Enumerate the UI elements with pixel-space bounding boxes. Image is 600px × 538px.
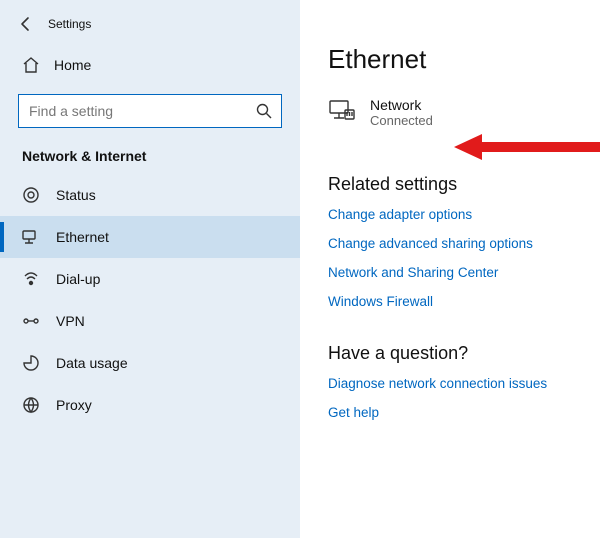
ethernet-icon: [22, 228, 40, 246]
proxy-icon: [22, 396, 40, 414]
network-monitor-icon: [328, 97, 356, 125]
nav-label: Proxy: [56, 397, 92, 413]
question-links: Diagnose network connection issues Get h…: [328, 376, 572, 420]
nav-label: VPN: [56, 313, 85, 329]
network-text: Network Connected: [370, 97, 433, 128]
nav-item-status[interactable]: Status: [0, 174, 300, 216]
link-adapter-options[interactable]: Change adapter options: [328, 207, 572, 222]
nav-label: Dial-up: [56, 271, 100, 287]
titlebar: Settings: [0, 12, 300, 46]
link-diagnose[interactable]: Diagnose network connection issues: [328, 376, 572, 391]
link-advanced-sharing[interactable]: Change advanced sharing options: [328, 236, 572, 251]
dialup-icon: [22, 270, 40, 288]
link-sharing-center[interactable]: Network and Sharing Center: [328, 265, 572, 280]
nav-item-vpn[interactable]: VPN: [0, 300, 300, 342]
vpn-icon: [22, 312, 40, 330]
window-title: Settings: [48, 17, 91, 31]
search-field[interactable]: [18, 94, 282, 128]
nav-item-proxy[interactable]: Proxy: [0, 384, 300, 426]
home-icon: [22, 56, 40, 74]
nav-list: Status Ethernet Dial-up VPN: [0, 174, 300, 426]
search-input[interactable]: [29, 103, 255, 119]
home-label: Home: [54, 57, 91, 73]
nav-item-ethernet[interactable]: Ethernet: [0, 216, 300, 258]
related-links: Change adapter options Change advanced s…: [328, 207, 572, 309]
search-icon: [255, 102, 273, 120]
link-get-help[interactable]: Get help: [328, 405, 572, 420]
link-firewall[interactable]: Windows Firewall: [328, 294, 572, 309]
nav-label: Ethernet: [56, 229, 109, 245]
nav-label: Data usage: [56, 355, 128, 371]
search-container: [0, 84, 300, 142]
page-title: Ethernet: [328, 44, 572, 75]
nav-item-datausage[interactable]: Data usage: [0, 342, 300, 384]
back-icon[interactable]: [18, 16, 34, 32]
home-button[interactable]: Home: [0, 46, 300, 84]
section-header: Network & Internet: [0, 142, 300, 174]
main-pane: Ethernet Network Connected Related setti…: [300, 0, 600, 538]
nav-label: Status: [56, 187, 96, 203]
datausage-icon: [22, 354, 40, 372]
network-name: Network: [370, 97, 433, 113]
related-header: Related settings: [328, 174, 572, 195]
sidebar: Settings Home Network & Internet Stat: [0, 0, 300, 538]
network-card[interactable]: Network Connected: [328, 97, 572, 128]
nav-item-dialup[interactable]: Dial-up: [0, 258, 300, 300]
question-header: Have a question?: [328, 343, 572, 364]
settings-window: Settings Home Network & Internet Stat: [0, 0, 600, 538]
status-icon: [22, 186, 40, 204]
network-status: Connected: [370, 113, 433, 128]
